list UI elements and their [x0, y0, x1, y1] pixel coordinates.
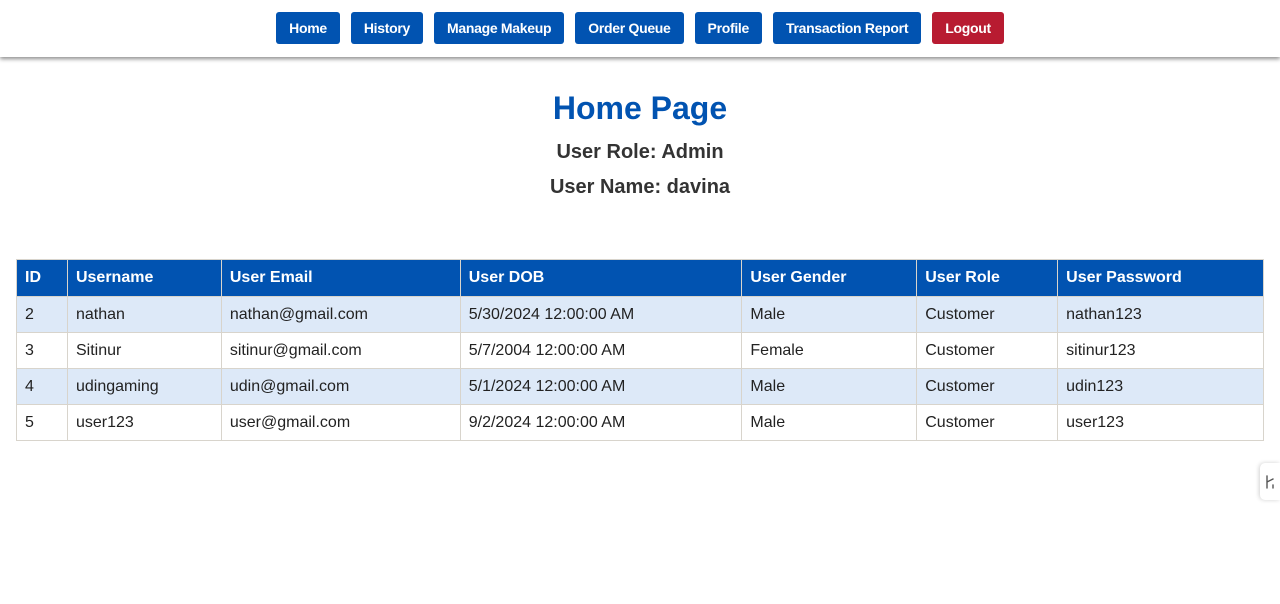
cell-id: 3 [16, 332, 68, 369]
nav-profile-button[interactable]: Profile [694, 12, 763, 44]
cell-role: Customer [916, 332, 1059, 369]
cell-username: nathan [66, 296, 222, 333]
cell-gender: Male [741, 296, 918, 333]
cell-role: Customer [916, 368, 1059, 405]
cell-gender: Male [741, 368, 918, 405]
column-header-role: User Role [916, 259, 1059, 297]
cell-role: Customer [916, 296, 1059, 333]
cell-password: user123 [1057, 404, 1264, 441]
nav-history-button[interactable]: History [350, 12, 424, 44]
column-header-id: ID [16, 259, 68, 297]
cell-role: Customer [916, 404, 1059, 441]
cell-username: user123 [66, 404, 222, 441]
table-row: 3 Sitinur sitinur@gmail.com 5/7/2004 12:… [16, 332, 1264, 369]
cell-gender: Female [741, 332, 918, 369]
column-header-password: User Password [1057, 259, 1264, 297]
side-panel-handle[interactable] [1260, 463, 1280, 500]
table-row: 4 udingaming udin@gmail.com 5/1/2024 12:… [16, 368, 1264, 405]
column-header-gender: User Gender [741, 259, 918, 297]
column-header-dob: User DOB [459, 259, 743, 297]
cell-gender: Male [741, 404, 918, 441]
cell-email: nathan@gmail.com [220, 296, 461, 333]
cell-password: sitinur123 [1057, 332, 1264, 369]
table-header-row: ID Username User Email User DOB User Gen… [16, 259, 1264, 297]
cell-id: 2 [16, 296, 68, 333]
cell-password: nathan123 [1057, 296, 1264, 333]
column-header-email: User Email [220, 259, 461, 297]
cell-dob: 5/7/2004 12:00:00 AM [459, 332, 743, 369]
cell-username: udingaming [66, 368, 222, 405]
nav-transaction-report-button[interactable]: Transaction Report [773, 12, 922, 44]
users-table: ID Username User Email User DOB User Gen… [16, 259, 1264, 441]
table-row: 5 user123 user@gmail.com 9/2/2024 12:00:… [16, 404, 1264, 441]
cell-email: user@gmail.com [220, 404, 461, 441]
cell-dob: 5/1/2024 12:00:00 AM [459, 368, 743, 405]
logout-button[interactable]: Logout [932, 12, 1004, 44]
page-title: Home Page [552, 90, 728, 126]
user-role-label: User Role: Admin [556, 141, 724, 163]
table-row: 2 nathan nathan@gmail.com 5/30/2024 12:0… [16, 296, 1264, 333]
nav-manage-makeup-button[interactable]: Manage Makeup [434, 12, 565, 44]
cell-id: 5 [16, 404, 68, 441]
cell-dob: 9/2/2024 12:00:00 AM [459, 404, 743, 441]
cell-id: 4 [16, 368, 68, 405]
top-navbar: Home History Manage Makeup Order Queue P… [0, 0, 1280, 57]
cell-email: sitinur@gmail.com [220, 332, 461, 369]
nav-home-button[interactable]: Home [276, 12, 340, 44]
column-header-username: Username [66, 259, 222, 297]
cell-password: udin123 [1057, 368, 1264, 405]
main-content: Home Page User Role: Admin User Name: da… [0, 90, 1280, 441]
user-name-label: User Name: davina [549, 176, 731, 198]
nav-order-queue-button[interactable]: Order Queue [575, 12, 684, 44]
cell-username: Sitinur [66, 332, 222, 369]
cell-dob: 5/30/2024 12:00:00 AM [459, 296, 743, 333]
resize-handle-icon [1266, 474, 1274, 489]
cell-email: udin@gmail.com [220, 368, 461, 405]
